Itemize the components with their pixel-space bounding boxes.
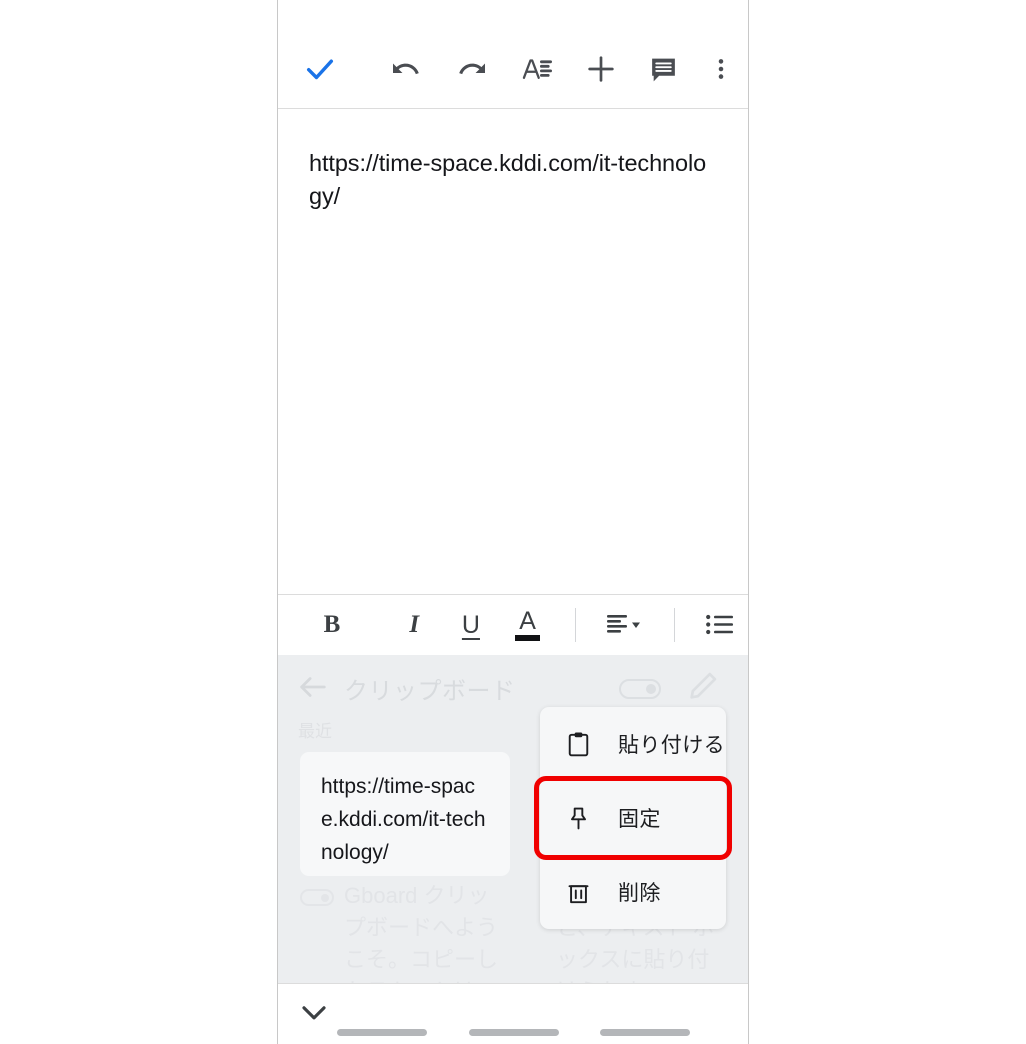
clipboard-item-text: https://time-space.kddi.com/it-technolog…	[321, 775, 486, 864]
toolbar-divider-1	[556, 595, 594, 656]
italic-icon: I	[409, 611, 420, 638]
phone-frame: https://time-space.kddi.com/it-technolog…	[277, 0, 749, 1044]
context-menu-label-pin: 固定	[618, 808, 661, 831]
format-text-icon[interactable]	[505, 46, 569, 92]
clipboard-title: クリップボード	[344, 678, 516, 705]
chevron-down-icon	[632, 622, 641, 628]
underline-button[interactable]: U	[443, 595, 500, 656]
document-canvas[interactable]: https://time-space.kddi.com/it-technolog…	[278, 110, 748, 594]
collapse-keyboard-icon[interactable]	[294, 992, 334, 1032]
text-color-button[interactable]: A	[499, 595, 556, 656]
document-body-text[interactable]: https://time-space.kddi.com/it-technolog…	[309, 147, 719, 213]
bulleted-list-icon	[705, 614, 733, 635]
context-menu-item-delete[interactable]: 削除	[540, 855, 726, 929]
clipboard-hint-toggle-icon	[300, 889, 334, 906]
clipboard-recent-label: 最近	[298, 722, 332, 741]
toolbar-divider-2	[658, 595, 691, 656]
nav-pill-recents[interactable]	[600, 1029, 690, 1036]
clipboard-paste-icon	[562, 728, 594, 760]
italic-button[interactable]: I	[386, 595, 443, 656]
clipboard-item-card[interactable]: https://time-space.kddi.com/it-technolog…	[300, 752, 510, 876]
format-toolbar: B I U A	[278, 594, 748, 655]
align-button[interactable]	[594, 595, 658, 656]
more-options-icon[interactable]	[694, 46, 748, 92]
nav-pill-back[interactable]	[337, 1029, 427, 1036]
context-menu-label-delete: 削除	[618, 882, 661, 905]
editor-top-toolbar	[278, 0, 748, 109]
text-color-icon: A	[515, 609, 541, 641]
pin-icon	[562, 802, 594, 834]
context-menu-label-paste: 貼り付ける	[618, 734, 725, 757]
underline-icon: U	[461, 610, 480, 639]
back-arrow-icon[interactable]	[296, 670, 330, 704]
comment-icon[interactable]	[633, 46, 694, 92]
bulleted-list-button[interactable]	[691, 595, 748, 656]
bold-button[interactable]: B	[278, 595, 386, 656]
clipboard-hint-text-left: Gboard クリップボードへようこそ。コピーしたテキストはこ	[344, 883, 499, 983]
clipboard-context-menu: 貼り付ける 固定 削除	[534, 707, 732, 929]
insert-plus-icon[interactable]	[569, 46, 633, 92]
undo-icon[interactable]	[369, 46, 440, 92]
context-menu-item-paste[interactable]: 貼り付ける	[540, 707, 726, 781]
clipboard-enable-toggle[interactable]	[619, 679, 661, 699]
align-left-icon	[607, 615, 641, 633]
gboard-clipboard-panel: クリップボード 最近 https://time-space.kddi.com/i…	[278, 655, 748, 983]
edit-pencil-icon[interactable]	[686, 669, 720, 703]
text-color-swatch	[515, 635, 541, 641]
redo-icon[interactable]	[441, 46, 505, 92]
accept-check-icon[interactable]	[278, 46, 361, 92]
bold-icon: B	[323, 611, 341, 638]
screenshot-root: https://time-space.kddi.com/it-technolog…	[0, 0, 1026, 1044]
nav-pill-home[interactable]	[469, 1029, 559, 1036]
trash-icon	[562, 876, 594, 908]
system-navigation-bar	[278, 983, 748, 1044]
context-menu-item-pin[interactable]: 固定	[534, 776, 732, 860]
